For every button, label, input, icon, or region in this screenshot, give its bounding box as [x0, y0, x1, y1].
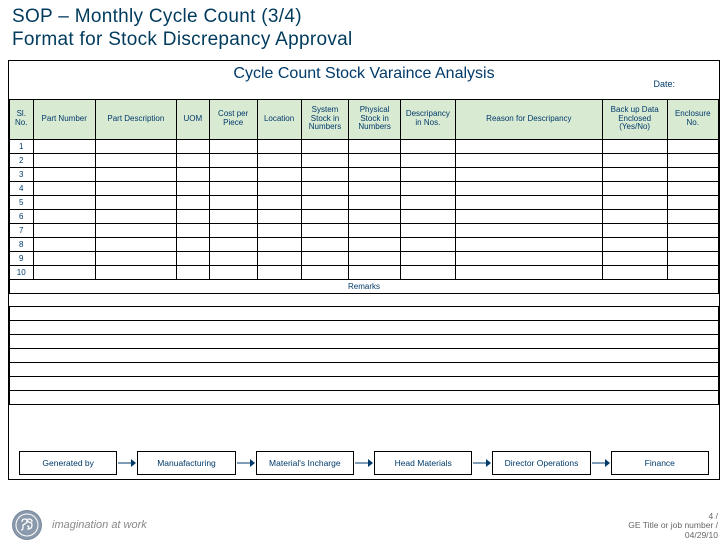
- flow-step: Finance: [611, 451, 709, 475]
- title-line-1: SOP – Monthly Cycle Count (3/4): [12, 6, 716, 29]
- col-loc: Location: [257, 99, 301, 139]
- col-uom: UOM: [176, 99, 209, 139]
- row-number: 4: [10, 181, 34, 195]
- flow-step: Material's Incharge: [256, 451, 354, 475]
- flow-step: Manuafacturing: [137, 451, 235, 475]
- arrow-right-icon: [354, 458, 374, 468]
- footer-date: 04/29/10: [628, 531, 718, 540]
- ge-logo-icon: [12, 510, 42, 540]
- arrow-right-icon: [236, 458, 256, 468]
- table-header-row: Sl. No. Part Number Part Description UOM…: [10, 99, 719, 139]
- variance-table: Sl. No. Part Number Part Description UOM…: [9, 99, 719, 294]
- table-row: 9: [10, 251, 719, 265]
- col-sys: System Stock in Numbers: [301, 99, 349, 139]
- table-row: 4: [10, 181, 719, 195]
- arrow-right-icon: [117, 458, 137, 468]
- remarks-label: Remarks: [10, 279, 719, 293]
- col-enc: Enclosure No.: [667, 99, 719, 139]
- table-row: 6: [10, 209, 719, 223]
- row-number: 10: [10, 265, 34, 279]
- col-part: Part Number: [33, 99, 95, 139]
- remarks-row: Remarks: [10, 279, 719, 293]
- embedded-form: Cycle Count Stock Varaince Analysis Date…: [8, 60, 720, 480]
- row-number: 2: [10, 153, 34, 167]
- table-row: 7: [10, 223, 719, 237]
- tagline: imagination at work: [52, 519, 147, 531]
- flow-step: Head Materials: [374, 451, 472, 475]
- flow-step: Generated by: [19, 451, 117, 475]
- approval-flow: Generated by Manuafacturing Material's I…: [9, 451, 719, 475]
- table-row: 3: [10, 167, 719, 181]
- col-sl: Sl. No.: [10, 99, 34, 139]
- table-row: 5: [10, 195, 719, 209]
- col-back: Back up Data Enclosed (Yes/No): [602, 99, 667, 139]
- col-cost: Cost per Piece: [209, 99, 257, 139]
- arrow-right-icon: [591, 458, 611, 468]
- table-row: 1: [10, 139, 719, 153]
- row-number: 3: [10, 167, 34, 181]
- footer: imagination at work 4 / GE Title or job …: [0, 502, 728, 546]
- row-number: 6: [10, 209, 34, 223]
- col-reason: Reason for Descripancy: [455, 99, 602, 139]
- col-disc: Descripancy in Nos.: [400, 99, 455, 139]
- table-row: 10: [10, 265, 719, 279]
- slide-title: SOP – Monthly Cycle Count (3/4) Format f…: [0, 0, 728, 54]
- table-row: 2: [10, 153, 719, 167]
- blank-lines: [9, 306, 719, 405]
- date-label: Date:: [653, 79, 675, 89]
- col-phys: Physical Stock in Numbers: [349, 99, 400, 139]
- footer-meta: 4 / GE Title or job number / 04/29/10: [628, 512, 718, 540]
- table-row: 8: [10, 237, 719, 251]
- arrow-right-icon: [472, 458, 492, 468]
- row-number: 9: [10, 251, 34, 265]
- flow-step: Director Operations: [492, 451, 590, 475]
- row-number: 1: [10, 139, 34, 153]
- logo-area: imagination at work: [12, 510, 147, 540]
- col-desc: Part Description: [95, 99, 176, 139]
- form-heading: Cycle Count Stock Varaince Analysis: [9, 61, 719, 85]
- title-line-2: Format for Stock Discrepancy Approval: [12, 29, 716, 52]
- row-number: 8: [10, 237, 34, 251]
- row-number: 5: [10, 195, 34, 209]
- row-number: 7: [10, 223, 34, 237]
